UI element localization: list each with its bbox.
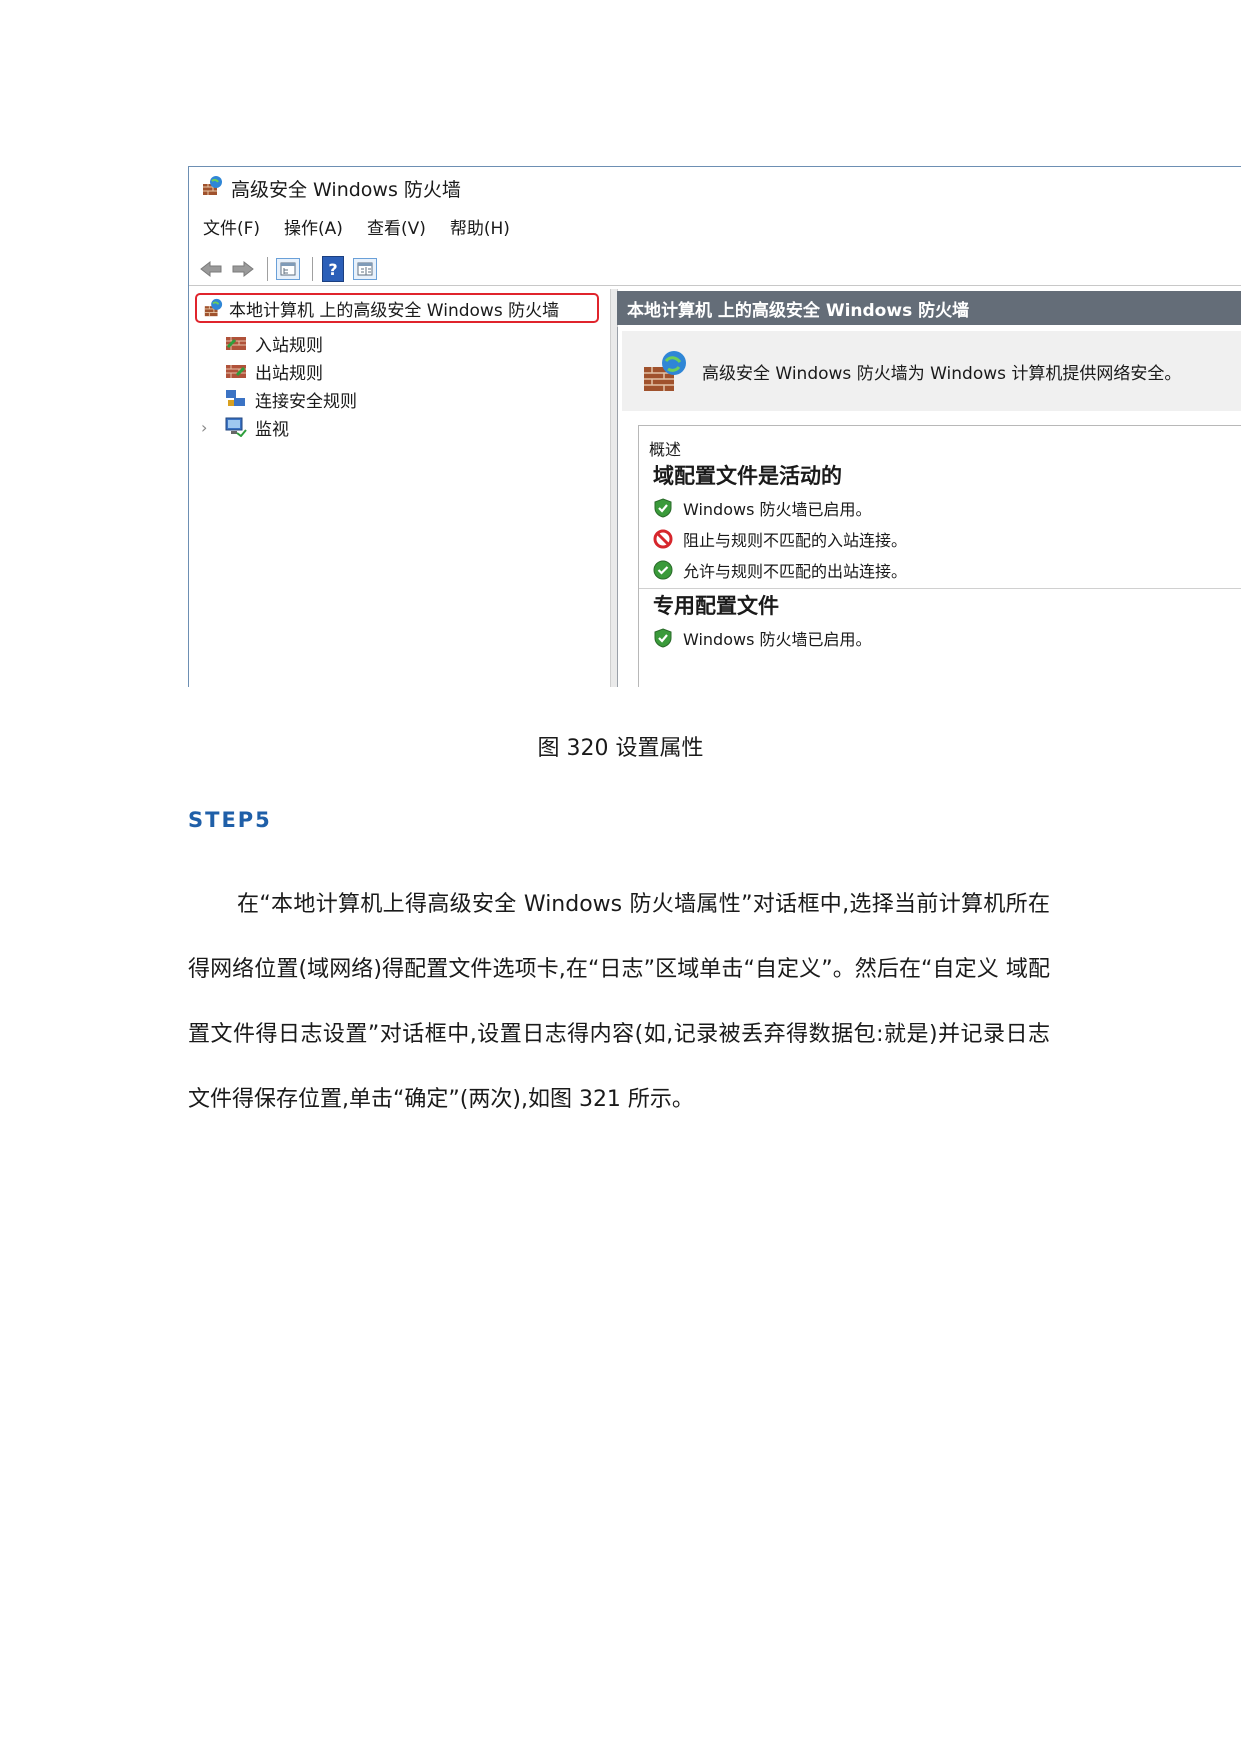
- status-text: Windows 防火墙已启用。: [683, 500, 872, 519]
- tree-root-label: 本地计算机 上的高级安全 Windows 防火墙: [229, 300, 560, 321]
- toolbar-separator: [312, 257, 313, 281]
- banner-text: 高级安全 Windows 防火墙为 Windows 计算机提供网络安全。: [702, 363, 1182, 384]
- green-check-circle-icon: [653, 560, 673, 580]
- inbound-rules-icon: [226, 337, 246, 350]
- tree-root-node[interactable]: 本地计算机 上的高级安全 Windows 防火墙: [195, 293, 599, 323]
- connection-security-icon: [226, 390, 245, 406]
- green-shield-check-icon: [654, 498, 672, 518]
- toolbar: ?: [189, 253, 1241, 286]
- status-text: Windows 防火墙已启用。: [683, 630, 872, 649]
- console-tree-icon: [276, 258, 300, 280]
- window-title: 高级安全 Windows 防火墙: [231, 178, 461, 201]
- tree-item-monitoring[interactable]: › 监视: [201, 413, 289, 441]
- window-titlebar: 高级安全 Windows 防火墙: [189, 167, 1241, 209]
- action-pane-button[interactable]: [351, 256, 379, 282]
- section-divider: [639, 588, 1241, 589]
- firewall-app-icon: [201, 175, 223, 202]
- tree-item-label: 监视: [255, 419, 289, 440]
- details-pane: 本地计算机 上的高级安全 Windows 防火墙 高级安全 Windows 防火…: [617, 289, 1241, 687]
- tree-item-outbound-rules[interactable]: 出站规则: [225, 357, 323, 385]
- back-arrow-icon: [200, 260, 222, 278]
- outbound-rules-icon: [226, 365, 246, 378]
- domain-profile-heading: 域配置文件是活动的: [653, 463, 842, 488]
- firewall-icon: [204, 298, 223, 317]
- info-banner: 高级安全 Windows 防火墙为 Windows 计算机提供网络安全。: [622, 331, 1241, 411]
- details-body: 高级安全 Windows 防火墙为 Windows 计算机提供网络安全。 概述 …: [617, 327, 1241, 687]
- body-paragraph: 在“本地计算机上得高级安全 Windows 防火墙属性”对话框中,选择当前计算机…: [188, 892, 1050, 1112]
- monitoring-icon: [225, 417, 247, 437]
- status-text: 阻止与规则不匹配的入站连接。: [683, 531, 908, 550]
- block-icon: [653, 529, 673, 549]
- status-text: 允许与规则不匹配的出站连接。: [683, 562, 908, 581]
- tree-item-label: 出站规则: [255, 363, 323, 384]
- toolbar-separator: [267, 257, 268, 281]
- tree-item-connection-security-rules[interactable]: 连接安全规则: [225, 385, 357, 413]
- back-button[interactable]: [197, 256, 225, 282]
- forward-arrow-icon: [232, 260, 254, 278]
- menu-help[interactable]: 帮助(H): [450, 214, 510, 239]
- help-icon: ?: [322, 256, 344, 282]
- status-line: Windows 防火墙已启用。: [653, 626, 872, 650]
- tree-item-label: 连接安全规则: [255, 391, 357, 412]
- status-line: 允许与规则不匹配的出站连接。: [653, 558, 907, 582]
- show-tree-button[interactable]: [274, 256, 302, 282]
- help-button[interactable]: ?: [319, 256, 347, 282]
- overview-label: 概述: [649, 440, 682, 459]
- green-shield-check-icon: [654, 628, 672, 648]
- status-line: Windows 防火墙已启用。: [653, 496, 872, 520]
- status-line: 阻止与规则不匹配的入站连接。: [653, 527, 907, 551]
- menu-file[interactable]: 文件(F): [203, 214, 260, 239]
- menu-view[interactable]: 查看(V): [367, 214, 426, 239]
- details-header: 本地计算机 上的高级安全 Windows 防火墙: [617, 291, 1241, 325]
- menu-action[interactable]: 操作(A): [284, 214, 343, 239]
- action-pane-icon: [353, 258, 377, 280]
- step-heading: STEP5: [188, 808, 272, 832]
- figure-caption: 图 320 设置属性: [537, 736, 704, 761]
- menu-bar: 文件(F) 操作(A) 查看(V) 帮助(H): [189, 211, 1241, 241]
- forward-button[interactable]: [229, 256, 257, 282]
- firewall-window-screenshot: 高级安全 Windows 防火墙 文件(F) 操作(A) 查看(V) 帮助(H)…: [188, 166, 1241, 687]
- overview-section: 概述 域配置文件是活动的 Windows 防火墙已启用。 阻止与规则不匹配的入站…: [638, 425, 1241, 687]
- firewall-large-icon: [644, 351, 686, 391]
- console-tree: 本地计算机 上的高级安全 Windows 防火墙 入站规则 出站规则 连接安全规…: [189, 293, 609, 687]
- tree-item-inbound-rules[interactable]: 入站规则: [225, 329, 323, 357]
- chevron-right-icon[interactable]: ›: [201, 418, 217, 437]
- private-profile-heading: 专用配置文件: [653, 593, 779, 618]
- tree-item-label: 入站规则: [255, 335, 323, 356]
